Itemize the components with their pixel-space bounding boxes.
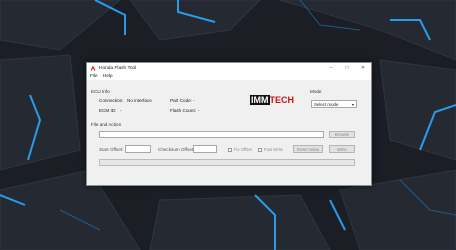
- menu-help[interactable]: Help: [103, 74, 113, 79]
- part-code-value: -: [193, 98, 195, 103]
- checksum-offset-field[interactable]: [193, 145, 217, 153]
- mode-group-label: Mode: [310, 89, 322, 94]
- part-code-label: Part Code:: [170, 98, 192, 103]
- honda-logo-icon: [90, 65, 96, 71]
- checksum-offset-label: Checksum Offset:: [158, 147, 195, 152]
- window-title: Honda Flash Tool: [99, 65, 137, 71]
- fix-offset-label: Fix Offset: [234, 147, 252, 152]
- fast-write-label: Fast Write: [264, 147, 284, 152]
- fix-offset-box[interactable]: [228, 147, 232, 152]
- reset-value-button[interactable]: Reset Value: [293, 145, 323, 153]
- connection-value: No interface: [127, 98, 152, 103]
- menu-file[interactable]: File: [90, 74, 98, 79]
- flash-count-label: Flash Count:: [170, 108, 197, 113]
- fast-write-checkbox[interactable]: Fast Write: [258, 147, 283, 152]
- mode-select-value: Select mode: [314, 101, 339, 107]
- write-button[interactable]: Write: [329, 145, 355, 153]
- title-bar: Honda Flash Tool – □ ✕: [87, 63, 371, 73]
- start-offset-field[interactable]: [125, 145, 151, 153]
- ecm-id-label: ECM ID:: [99, 108, 117, 113]
- chevron-down-icon: ▾: [351, 101, 354, 107]
- immtech-logo: IMM TECH: [250, 94, 294, 105]
- minimize-icon[interactable]: –: [323, 63, 339, 73]
- fix-offset-checkbox[interactable]: Fix Offset: [228, 147, 252, 152]
- file-action-group-label: File and Action: [91, 122, 122, 127]
- file-path-field[interactable]: [99, 131, 324, 138]
- app-window: Honda Flash Tool – □ ✕ File Help ECU Inf…: [86, 62, 372, 186]
- browse-button[interactable]: Browse: [329, 131, 355, 138]
- menu-bar: File Help: [87, 73, 371, 80]
- fast-write-box[interactable]: [258, 147, 262, 152]
- ecu-info-group-label: ECU Info: [91, 89, 110, 94]
- maximize-icon[interactable]: □: [339, 63, 355, 73]
- progress-bar: [99, 159, 355, 166]
- start-offset-label: Start Offset:: [99, 147, 124, 152]
- ecm-id-value: -: [120, 108, 122, 113]
- mode-select[interactable]: Select mode ▾: [311, 100, 357, 108]
- close-icon[interactable]: ✕: [355, 63, 371, 73]
- connection-label: Connection:: [99, 98, 124, 103]
- flash-count-value: -: [198, 108, 200, 113]
